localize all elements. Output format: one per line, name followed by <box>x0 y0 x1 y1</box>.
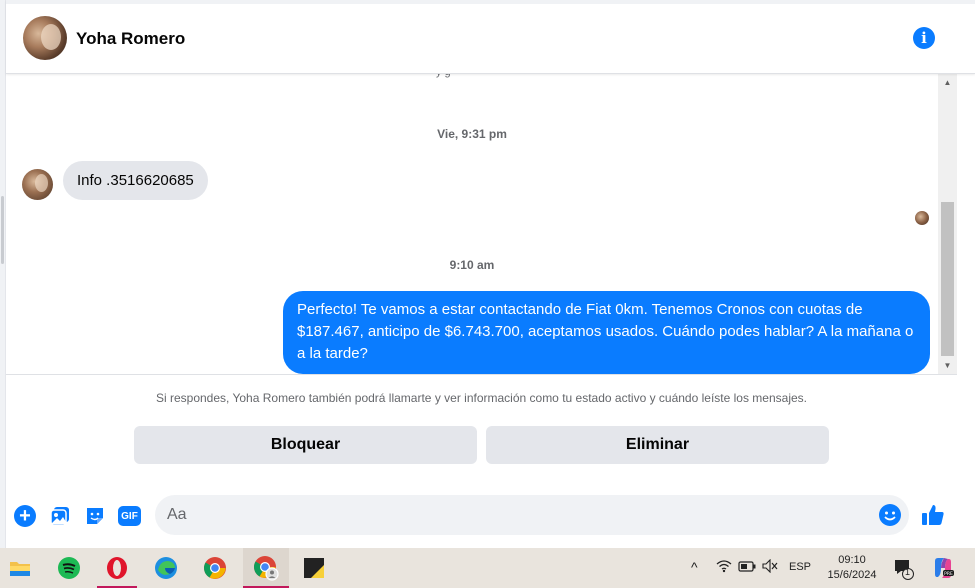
photo-icon[interactable] <box>49 505 71 527</box>
left-edge-marker <box>1 196 4 264</box>
notification-count: 1 <box>905 567 911 577</box>
edge-icon[interactable] <box>146 548 186 588</box>
contact-avatar[interactable] <box>23 16 67 60</box>
svg-text:PRE: PRE <box>944 571 953 577</box>
wifi-icon[interactable] <box>716 559 732 576</box>
message-request-bar: Si respondes, Yoha Romero también podrá … <box>6 374 957 490</box>
info-icon[interactable]: i <box>913 27 935 49</box>
chrome-profile-icon[interactable] <box>243 548 289 588</box>
scroll-up-arrow-icon[interactable]: ▲ <box>938 74 957 91</box>
block-button[interactable]: Bloquear <box>134 426 477 464</box>
right-window-edge <box>957 0 975 548</box>
spotify-icon[interactable] <box>49 548 89 588</box>
sender-avatar[interactable] <box>22 169 53 200</box>
outgoing-message-bubble[interactable]: Perfecto! Te vamos a estar contactando d… <box>283 291 930 374</box>
message-timestamp: 9:10 am <box>449 258 495 272</box>
message-list[interactable]: y g Vie, 9:31 pm Info .3516620685 9:10 a… <box>6 74 938 374</box>
windows-taskbar: ^ ESP 09:10 15/6/2024 1 PRE <box>0 548 975 588</box>
messages-scrollbar[interactable]: ▲ ▼ <box>938 74 957 374</box>
sticker-icon[interactable] <box>84 505 106 527</box>
scroll-down-arrow-icon[interactable]: ▼ <box>938 357 957 374</box>
message-composer: + GIF <box>6 490 957 548</box>
message-timestamp: Vie, 9:31 pm <box>437 127 507 141</box>
message-input[interactable] <box>167 495 857 535</box>
delete-button[interactable]: Eliminar <box>486 426 829 464</box>
thumbs-up-icon[interactable] <box>920 502 946 528</box>
chevron-up-icon[interactable]: ^ <box>691 559 698 575</box>
conversation-header: Yoha Romero i <box>6 0 975 74</box>
clock-time: 09:10 <box>838 554 866 566</box>
file-explorer-icon[interactable] <box>0 548 40 588</box>
copilot-icon[interactable]: PRE <box>932 557 954 582</box>
notification-icon[interactable]: 1 <box>893 558 915 583</box>
battery-icon[interactable] <box>738 559 756 575</box>
input-language[interactable]: ESP <box>789 561 811 573</box>
system-clock[interactable]: 09:10 15/6/2024 <box>820 553 884 583</box>
gif-icon[interactable]: GIF <box>118 506 141 526</box>
plus-icon[interactable]: + <box>14 505 36 527</box>
read-receipt-avatar <box>915 211 929 225</box>
clipped-previous-text: y g <box>436 74 451 78</box>
scrollbar-thumb[interactable] <box>941 202 954 356</box>
incoming-message-bubble[interactable]: Info .3516620685 <box>63 161 208 200</box>
emoji-icon[interactable] <box>879 504 901 526</box>
header-top-strip <box>6 0 975 4</box>
clock-date: 15/6/2024 <box>827 569 877 581</box>
sticky-notes-icon[interactable] <box>294 548 334 588</box>
volume-muted-icon[interactable] <box>762 558 778 576</box>
chrome-icon[interactable] <box>195 548 235 588</box>
opera-icon[interactable] <box>97 548 137 588</box>
message-input-container[interactable] <box>155 495 909 535</box>
request-notice: Si respondes, Yoha Romero también podrá … <box>155 391 807 405</box>
contact-name[interactable]: Yoha Romero <box>76 29 185 49</box>
